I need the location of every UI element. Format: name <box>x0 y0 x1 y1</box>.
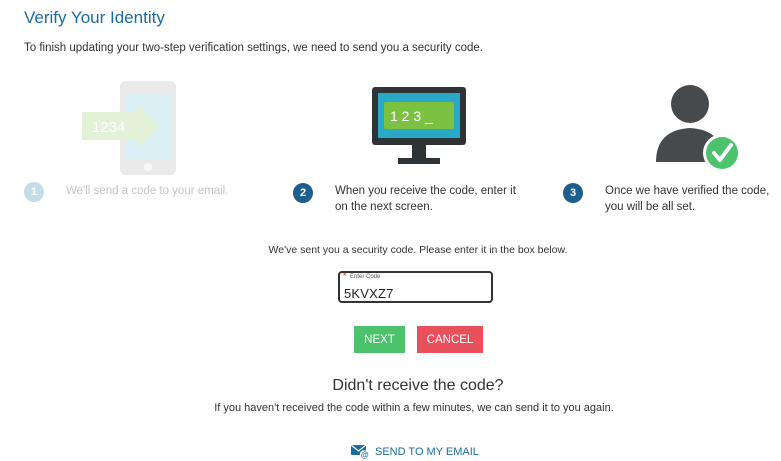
next-button[interactable]: NEXT <box>354 326 405 353</box>
resend-heading: Didn't receive the code? <box>332 377 504 394</box>
code-label: * Enter Code <box>343 271 381 281</box>
step-text-line: Once we have verified the code, <box>605 185 770 197</box>
send-to-email-label[interactable]: SEND TO MY EMAIL <box>375 446 479 458</box>
step-number: 1 <box>24 182 44 202</box>
svg-text:@: @ <box>361 450 369 459</box>
send-to-email-link[interactable]: @ SEND TO MY EMAIL <box>351 444 479 459</box>
email-icon: @ <box>351 444 369 459</box>
step-text: Once we have verified the code, you will… <box>605 183 769 215</box>
step-number: 3 <box>563 183 583 203</box>
step-text: We'll send a code to your email. <box>66 185 229 197</box>
required-marker: * <box>343 271 347 281</box>
code-input[interactable]: * Enter Code 5KVXZ7 <box>338 271 493 303</box>
resend-message: If you haven't received the code within … <box>214 402 614 414</box>
phone-icon: 1234 <box>82 81 176 175</box>
code-value[interactable]: 5KVXZ7 <box>344 286 394 301</box>
check-icon <box>706 137 738 169</box>
verified-user-icon <box>656 85 741 172</box>
code-label-text: Enter Code <box>350 274 381 280</box>
code-sent-message: We've sent you a security code. Please e… <box>268 244 568 256</box>
step-text: When you receive the code, enter it on t… <box>335 183 516 215</box>
step-text-line: on the next screen. <box>335 201 433 213</box>
monitor-icon: 1 2 3 _ <box>372 87 466 164</box>
page-title: Verify Your Identity <box>24 8 165 27</box>
step-text-line: When you receive the code, enter it <box>335 185 516 197</box>
cancel-button[interactable]: CANCEL <box>417 326 483 353</box>
phone-code-text: 1234 <box>92 119 125 136</box>
intro-text: To finish updating your two-step verific… <box>24 42 483 54</box>
step-text-line: you will be all set. <box>605 201 696 213</box>
monitor-code-text: 1 2 3 _ <box>390 108 433 124</box>
step-number: 2 <box>293 183 313 203</box>
